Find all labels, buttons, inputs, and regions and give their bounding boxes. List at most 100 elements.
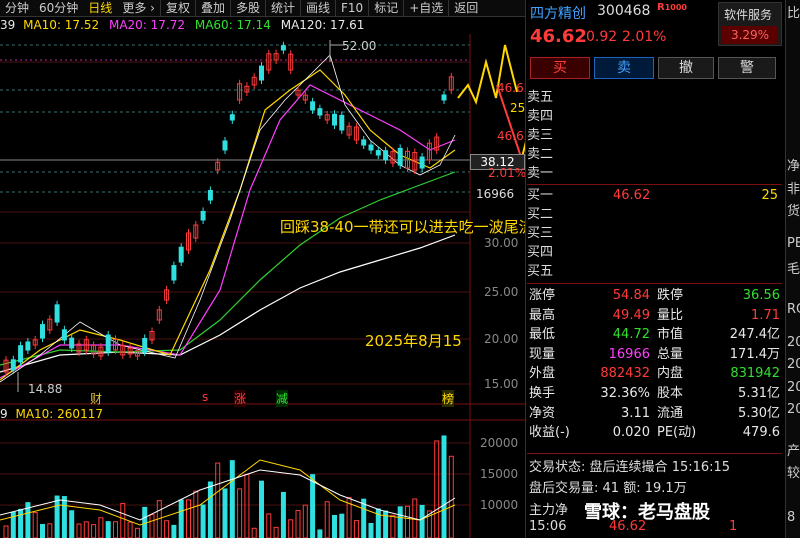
volume-bar <box>193 490 199 538</box>
overlay-volume: 16966 <box>476 187 515 201</box>
volume-bar <box>441 435 447 538</box>
stat-value: 44.72 <box>612 327 650 343</box>
stat-value: 49.49 <box>612 307 650 323</box>
toolbar-item-watchlist[interactable]: +自选 <box>403 0 448 16</box>
toolbar-item-f10[interactable]: F10 <box>335 0 368 16</box>
candle-body <box>10 359 16 371</box>
stat-label: 外盘 <box>529 366 556 382</box>
buy-button[interactable]: 买 <box>530 57 590 79</box>
stat-label: 收益(-) <box>529 425 570 441</box>
watermark: 雪球：老马盘股 <box>584 502 710 523</box>
volume-bar <box>324 501 330 538</box>
stock-name[interactable]: 四方精创 <box>530 3 586 23</box>
volume-bar <box>405 505 410 538</box>
candle-body <box>375 150 381 156</box>
candle-body <box>310 101 316 111</box>
bid-row-4: 买四 <box>527 243 782 262</box>
side-label-6: 毛 <box>787 262 800 277</box>
stat-label: 涨停 <box>529 288 556 303</box>
chart-toolbar: 分钟 60分钟 日线 更多 › 复权 叠加 多股 统计 画线 F10 标记 +自选 返回 <box>0 0 525 17</box>
toolbar-item-daily[interactable]: 日线 <box>83 0 117 16</box>
candle-body <box>361 139 367 146</box>
volume-prefix: 9 <box>0 407 8 421</box>
candle-body <box>54 304 60 323</box>
candle-body <box>229 114 235 121</box>
volume-bar <box>390 514 396 538</box>
overlay-pct: 2.01% <box>488 166 527 180</box>
toolbar-item-adjust[interactable]: 复权 <box>159 0 195 16</box>
sector-name: 软件服务 <box>724 8 773 22</box>
volume-bar <box>434 440 440 538</box>
candle-body <box>368 144 374 151</box>
toolbar-item-draw[interactable]: 画线 <box>300 0 335 16</box>
volume-bar <box>288 519 294 538</box>
volume-bar <box>397 506 403 538</box>
stat-label: 换手 <box>529 386 556 401</box>
candle-body <box>142 337 148 353</box>
ask-row-4: 卖四 <box>527 107 782 126</box>
volume-bar <box>164 520 170 538</box>
after-hours-amount: 19.1万 <box>644 481 687 496</box>
volume-bar <box>259 480 264 538</box>
volume-bar <box>186 499 191 538</box>
volume-bar <box>98 517 104 538</box>
toolbar-item-stats[interactable]: 统计 <box>264 0 300 16</box>
candle-body <box>61 329 67 341</box>
mark-reduce[interactable]: 减 <box>276 390 289 407</box>
mark-limit-up[interactable]: 涨 <box>234 390 247 407</box>
volume-bar <box>266 513 272 538</box>
sell-button[interactable]: 卖 <box>594 57 654 79</box>
stat-label: 净资 <box>529 405 556 421</box>
stat-value: 54.84 <box>612 288 650 303</box>
candle-body <box>332 113 337 126</box>
toolbar-item-multi[interactable]: 多股 <box>229 0 265 16</box>
alert-button[interactable]: 警 <box>718 57 776 79</box>
side-label-7: ROE <box>787 302 800 317</box>
toolbar-item-60min[interactable]: 60分钟 <box>34 0 83 16</box>
candle-body <box>40 324 45 339</box>
ask-row-3: 卖三 <box>527 126 782 145</box>
volume-bar <box>310 474 316 538</box>
stat-label: 量比 <box>657 307 684 323</box>
toolbar-item-mark[interactable]: 标记 <box>368 0 403 16</box>
stat-label: 股本 <box>657 386 684 401</box>
candle-body <box>222 140 228 151</box>
mark-s[interactable]: s <box>202 390 208 404</box>
volume-bar <box>332 514 337 538</box>
ask-label-3: 卖三 <box>527 128 554 143</box>
stat-label: 总量 <box>657 346 684 362</box>
volume-bar <box>120 502 126 538</box>
bid-label-5: 买五 <box>527 264 554 279</box>
cancel-order-button[interactable]: 撤 <box>658 57 714 79</box>
bid-row-2: 买二 <box>527 205 782 224</box>
side-label-10: 20 <box>787 380 800 395</box>
volume-bar <box>171 524 177 538</box>
volume-bar <box>237 488 243 538</box>
stat-value: 32.36% <box>600 386 650 401</box>
toolbar-item-back[interactable]: 返回 <box>448 0 483 16</box>
stat-label: 市值 <box>657 327 684 343</box>
status-divider <box>527 453 782 454</box>
price-axis-25: 25.00 <box>484 285 519 299</box>
side-label-8: 20 <box>787 335 800 350</box>
annotation-text: 回踩38-40一带还可以进去吃一波尾流 <box>280 218 534 236</box>
stats-divider <box>527 283 782 284</box>
stat-label: 跌停 <box>657 288 684 303</box>
side-label-4: 货 <box>787 204 800 219</box>
mark-finance[interactable]: 财 <box>90 390 102 407</box>
stat-value: 3.11 <box>621 405 650 421</box>
ma20-value: MA20: 17.72 <box>108 18 186 32</box>
trade-status-label: 交易状态: <box>529 460 586 475</box>
kline-chart[interactable] <box>0 34 525 538</box>
candle-body <box>207 189 213 201</box>
bid-row-3: 买三 <box>527 224 782 243</box>
ma60-value: MA60: 17.14 <box>194 18 271 32</box>
toolbar-item-minute[interactable]: 分钟 <box>0 0 34 16</box>
toolbar-item-overlay[interactable]: 叠加 <box>194 0 230 16</box>
candle-body <box>317 108 323 116</box>
bid-label-3: 买三 <box>527 226 554 241</box>
mark-rank[interactable]: 榜 <box>442 390 455 407</box>
toolbar-item-more[interactable]: 更多 › <box>117 0 160 16</box>
volume-bar <box>251 527 257 538</box>
volume-bar <box>91 524 97 538</box>
